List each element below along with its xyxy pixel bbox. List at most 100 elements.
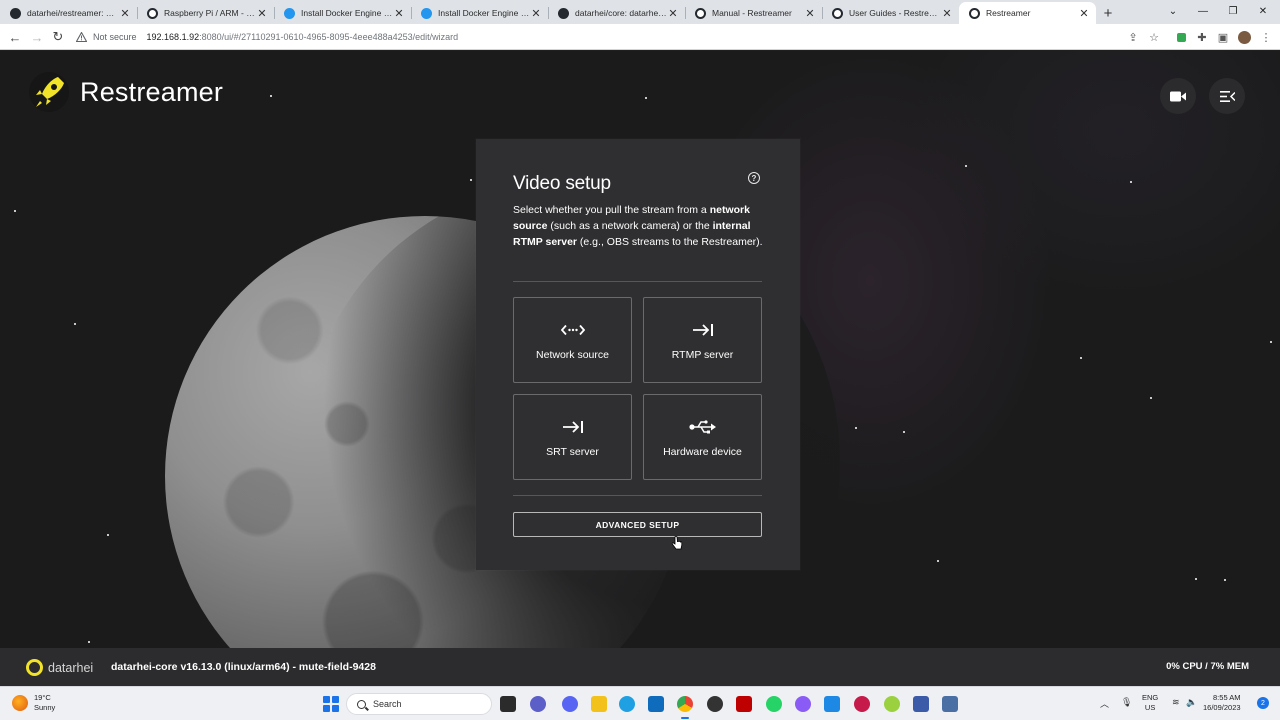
tab-title: datarhei/restreamer: The R (27, 8, 119, 18)
github-icon (558, 7, 569, 19)
discord-icon[interactable] (562, 696, 578, 712)
close-tab-icon[interactable]: ✕ (393, 7, 405, 20)
divider (513, 495, 762, 496)
browser-tab[interactable]: datarhei/core: datarhei Co ✕ (548, 2, 685, 24)
arrow-to-line-icon (692, 320, 714, 340)
tab-title: datarhei/core: datarhei Co (575, 8, 667, 18)
source-label: Hardware device (663, 445, 742, 458)
back-arrow-icon[interactable]: ← (6, 28, 24, 46)
advanced-setup-button[interactable]: ADVANCED SETUP (513, 512, 762, 537)
language-indicator[interactable]: ENG US (1142, 693, 1158, 713)
hardware-device-button[interactable]: Hardware device (643, 394, 762, 480)
close-tab-icon[interactable]: ✕ (256, 7, 268, 20)
rtmp-server-button[interactable]: RTMP server (643, 297, 762, 383)
whatsapp-icon[interactable] (766, 696, 782, 712)
start-button[interactable] (323, 696, 339, 712)
restreamer-icon (832, 7, 843, 19)
core-version-info: datarhei-core v16.13.0 (linux/arm64) - m… (111, 661, 376, 673)
restore-icon[interactable]: ❐ (1218, 0, 1248, 22)
tab-title: Restreamer (986, 8, 1031, 18)
datarhei-ring-icon (26, 659, 43, 676)
restreamer-logo[interactable]: Restreamer (28, 71, 223, 113)
raspberry-pi-icon[interactable] (854, 696, 870, 712)
task-view-icon[interactable] (500, 696, 516, 712)
forward-arrow-icon[interactable]: → (28, 28, 46, 46)
new-tab-button[interactable]: + (1096, 2, 1120, 24)
share-icon[interactable]: ⇪ (1126, 30, 1140, 44)
docker-icon (284, 7, 295, 19)
obs-icon[interactable] (707, 696, 723, 712)
taskbar-search[interactable]: Search (346, 693, 492, 715)
file-explorer-icon[interactable] (591, 696, 607, 712)
browser-tab[interactable]: Raspberry Pi / ARM - Resti ✕ (137, 2, 274, 24)
close-tab-icon[interactable]: ✕ (667, 7, 679, 20)
system-clock[interactable]: 8:55 AM 16/09/2023 (1203, 693, 1241, 713)
search-icon (357, 699, 366, 709)
weather-widget[interactable]: 19°C Sunny (12, 693, 55, 713)
close-tab-icon[interactable]: ✕ (941, 7, 953, 20)
star (14, 210, 16, 212)
address-bar: ← → ↻ Not secure 192.168.1.92:8080/ui/#/… (0, 24, 1280, 50)
browser-tab[interactable]: User Guides - Restreamer ✕ (822, 2, 959, 24)
app-icon[interactable] (913, 696, 929, 712)
datarhei-wordmark: datarhei (48, 660, 94, 675)
app-icon[interactable] (942, 696, 958, 712)
windows-taskbar: 19°C Sunny Search ︿ 🎙 ENG US ≋ 🔈 8:55 AM 16… (0, 686, 1280, 720)
chrome-icon[interactable] (677, 696, 693, 719)
usb-icon (688, 417, 717, 437)
tab-search-chevron-icon[interactable]: ⌄ (1158, 0, 1188, 22)
help-icon[interactable]: ? (748, 172, 760, 184)
star (74, 323, 76, 325)
sun-icon (12, 695, 28, 711)
profile-avatar[interactable] (1237, 30, 1251, 44)
close-window-icon[interactable]: ✕ (1248, 0, 1278, 22)
wifi-icon[interactable]: ≋ (1172, 697, 1180, 708)
arrow-to-line-icon (562, 417, 584, 437)
bookmark-star-icon[interactable]: ☆ (1147, 30, 1161, 44)
app-icon[interactable] (884, 696, 900, 712)
extension-icon[interactable] (1174, 30, 1188, 44)
browser-tab[interactable]: Manual - Restreamer ✕ (685, 2, 822, 24)
reload-icon[interactable]: ↻ (49, 28, 67, 46)
live-camera-button[interactable] (1160, 78, 1196, 114)
chat-icon[interactable] (530, 696, 546, 712)
tray-chevron-icon[interactable]: ︿ (1100, 697, 1109, 710)
filezilla-icon[interactable] (736, 696, 752, 712)
star (470, 179, 472, 181)
hand-cursor-icon (671, 536, 683, 550)
star (903, 431, 905, 433)
puzzle-extensions-icon[interactable]: ✚ (1195, 30, 1209, 44)
browser-tab[interactable]: Install Docker Engine on D ✕ (274, 2, 411, 24)
star (107, 534, 109, 536)
close-tab-icon[interactable]: ✕ (119, 7, 131, 20)
github-icon (10, 7, 21, 19)
microphone-icon[interactable]: 🎙 (1121, 697, 1132, 708)
tab-title: Manual - Restreamer (712, 8, 792, 18)
star (965, 165, 967, 167)
minimize-icon[interactable]: — (1188, 0, 1218, 22)
restreamer-app: Restreamer Video setup ? Select whether … (0, 51, 1280, 648)
srt-server-button[interactable]: SRT server (513, 394, 632, 480)
volume-icon[interactable]: 🔈 (1186, 697, 1197, 708)
close-tab-icon[interactable]: ✕ (530, 7, 542, 20)
notification-badge[interactable]: 2 (1257, 697, 1269, 709)
url-field[interactable]: Not secure 192.168.1.92:8080/ui/#/271102… (74, 27, 1164, 47)
star (1270, 341, 1272, 343)
remote-app-icon[interactable] (824, 696, 840, 712)
datarhei-logo[interactable]: datarhei (26, 659, 93, 676)
video-setup-panel: Video setup ? Select whether you pull th… (476, 139, 800, 570)
network-source-button[interactable]: Network source (513, 297, 632, 383)
browser-tab[interactable]: Install Docker Engine on D ✕ (411, 2, 548, 24)
browser-tab-active[interactable]: Restreamer ✕ (959, 2, 1096, 24)
docker-icon (421, 7, 432, 19)
security-label[interactable]: Not secure (93, 32, 137, 42)
store-icon[interactable] (648, 696, 664, 712)
close-tab-icon[interactable]: ✕ (804, 7, 816, 20)
messenger-icon[interactable] (795, 696, 811, 712)
more-menu-icon[interactable]: ⋮ (1259, 30, 1273, 44)
edge-icon[interactable] (619, 696, 635, 712)
side-panel-icon[interactable]: ▣ (1216, 30, 1230, 44)
menu-toggle-button[interactable] (1209, 78, 1245, 114)
close-tab-icon[interactable]: ✕ (1078, 7, 1090, 20)
browser-tab[interactable]: datarhei/restreamer: The R ✕ (0, 2, 137, 24)
